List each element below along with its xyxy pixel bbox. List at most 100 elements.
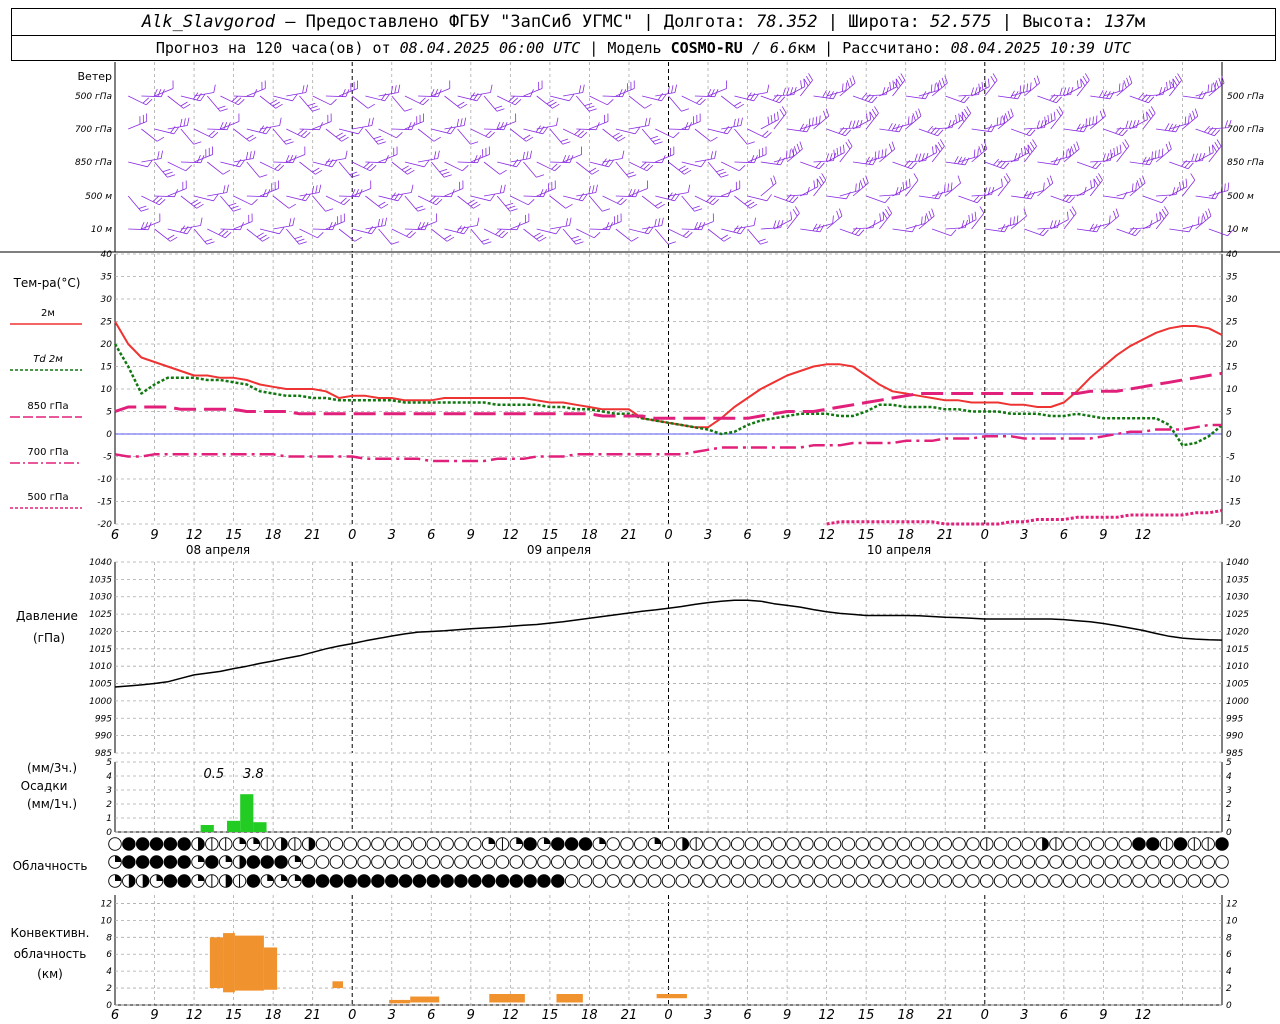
cloud-cover-icon xyxy=(896,855,911,869)
cloud-cover-quarter xyxy=(115,855,122,862)
cloud-cover-icon xyxy=(938,855,953,869)
cloud-cover-icon xyxy=(730,837,745,851)
cloud-cover-half xyxy=(128,874,136,888)
pressure-tick-left: 1035 xyxy=(89,575,112,585)
wind-barb xyxy=(1090,215,1111,230)
temperature-panel: 40 4035 3530 3025 2520 2015 1510 105 50 0-5 -5-10-… xyxy=(10,250,1241,557)
wind-barb xyxy=(1037,157,1062,166)
cloud-cover-quarter xyxy=(654,837,661,844)
wind-barb xyxy=(892,224,917,233)
wind-barb xyxy=(813,215,834,230)
wind-barb xyxy=(747,146,767,163)
wind-barb xyxy=(879,141,896,163)
cloud-cover-icon xyxy=(454,855,468,869)
wind-barb xyxy=(286,128,311,139)
cloud-label: Облачность xyxy=(13,859,88,873)
wind-barb xyxy=(1182,108,1199,130)
wind-barb xyxy=(852,92,878,104)
wind-barb xyxy=(352,180,372,197)
temp-hour-label: 12 xyxy=(1135,528,1152,543)
wind-barb xyxy=(352,161,377,172)
pressure-unit: (гПа) xyxy=(33,631,65,645)
temp-hour-label: 9 xyxy=(467,528,475,543)
cloud-cover-icon xyxy=(509,855,524,869)
cloud-cover-icon xyxy=(329,837,344,851)
cloud-cover-icon xyxy=(855,855,869,869)
conv-cloud-bar xyxy=(410,996,440,1003)
wind-barb xyxy=(984,115,1006,130)
temp-hour-label: 9 xyxy=(1099,528,1107,543)
wind-barb xyxy=(1156,123,1181,133)
wind-barb xyxy=(1037,175,1054,197)
cloud-cover-icon xyxy=(578,874,593,888)
wind-barb xyxy=(194,84,216,97)
cloud-cover-icon xyxy=(1104,874,1119,888)
wind-barb xyxy=(1103,82,1124,97)
wind-barb xyxy=(325,195,350,206)
wind-barb xyxy=(154,80,174,97)
temp-tick-right: -10 xyxy=(1226,475,1241,485)
precip-bar xyxy=(240,794,254,832)
wind-barb xyxy=(866,148,887,163)
wind-barb xyxy=(378,192,403,202)
legend-label-t500: 500 гПа xyxy=(27,492,68,503)
convective-panel: 12 12 10 10 8 8 6 6 4 4 2 2 0 0 Конвективн. облачность (… xyxy=(11,895,1238,1023)
wind-barb xyxy=(1090,152,1113,163)
legend-label-t850: 850 гПа xyxy=(27,401,68,412)
wind-barb xyxy=(246,125,272,135)
cloud-cover-icon xyxy=(869,837,883,851)
wind-barb xyxy=(760,219,784,230)
cloud-cover-icon xyxy=(717,874,731,888)
wind-barb xyxy=(207,228,232,239)
cloud-cover-icon xyxy=(1118,874,1132,888)
wind-barb xyxy=(233,195,258,206)
precip-tick-left: 3 xyxy=(106,786,112,796)
wind-barb xyxy=(549,154,574,164)
conv-hour-label: 12 xyxy=(186,1008,203,1023)
cloud-cover-icon xyxy=(1035,855,1049,869)
wind-barb xyxy=(417,213,438,230)
wind-barb xyxy=(721,161,746,172)
pressure-tick-left: 1030 xyxy=(89,593,112,603)
cloud-cover-icon xyxy=(301,874,316,888)
temp-hour-label: 6 xyxy=(427,528,435,543)
wind-barb xyxy=(404,113,424,130)
cloud-cover-icon xyxy=(1021,855,1036,869)
wind-level-right: 850 гПа xyxy=(1227,158,1264,168)
temp-hour-label: 6 xyxy=(111,528,119,543)
cloud-cover-icon xyxy=(412,837,427,851)
wind-barb xyxy=(1129,92,1155,104)
temp-hour-label: 18 xyxy=(265,528,282,543)
wind-barb xyxy=(681,95,706,106)
wind-barb xyxy=(997,152,1021,163)
cloud-cover-icon xyxy=(841,855,856,869)
wind-barb xyxy=(1182,152,1206,163)
wind-barb xyxy=(787,123,812,133)
wind-barb xyxy=(866,195,891,204)
cloud-cover-quarter xyxy=(198,874,205,881)
wind-barb xyxy=(1050,106,1064,130)
wind-barb xyxy=(1116,75,1133,97)
wind-barb xyxy=(1169,115,1190,130)
wind-barb xyxy=(773,86,797,97)
wind-barb xyxy=(286,84,308,97)
wind-barb xyxy=(1182,173,1196,197)
wind-barb xyxy=(589,95,614,106)
precip-tick-left: 5 xyxy=(106,758,112,768)
wind-barb xyxy=(1050,148,1071,163)
cloud-cover-icon xyxy=(440,837,454,851)
conv-cloud-bar xyxy=(234,935,264,991)
cloud-cover-icon xyxy=(398,837,413,851)
wind-barb xyxy=(418,88,442,98)
wind-barb xyxy=(971,206,985,230)
temp-hour-label: 21 xyxy=(621,528,638,543)
conv-tick-left: 2 xyxy=(106,984,112,994)
wind-barb xyxy=(1050,86,1074,97)
conv-tick-right: 8 xyxy=(1226,933,1232,943)
precip-tick-right: 5 xyxy=(1226,758,1232,768)
cloud-cover-icon xyxy=(952,874,966,888)
wind-level-left: 500 гПа xyxy=(75,92,112,102)
cloud-cover-icon xyxy=(910,874,925,888)
pressure-tick-left: 1005 xyxy=(89,680,112,690)
cloud-cover-icon xyxy=(634,855,648,869)
